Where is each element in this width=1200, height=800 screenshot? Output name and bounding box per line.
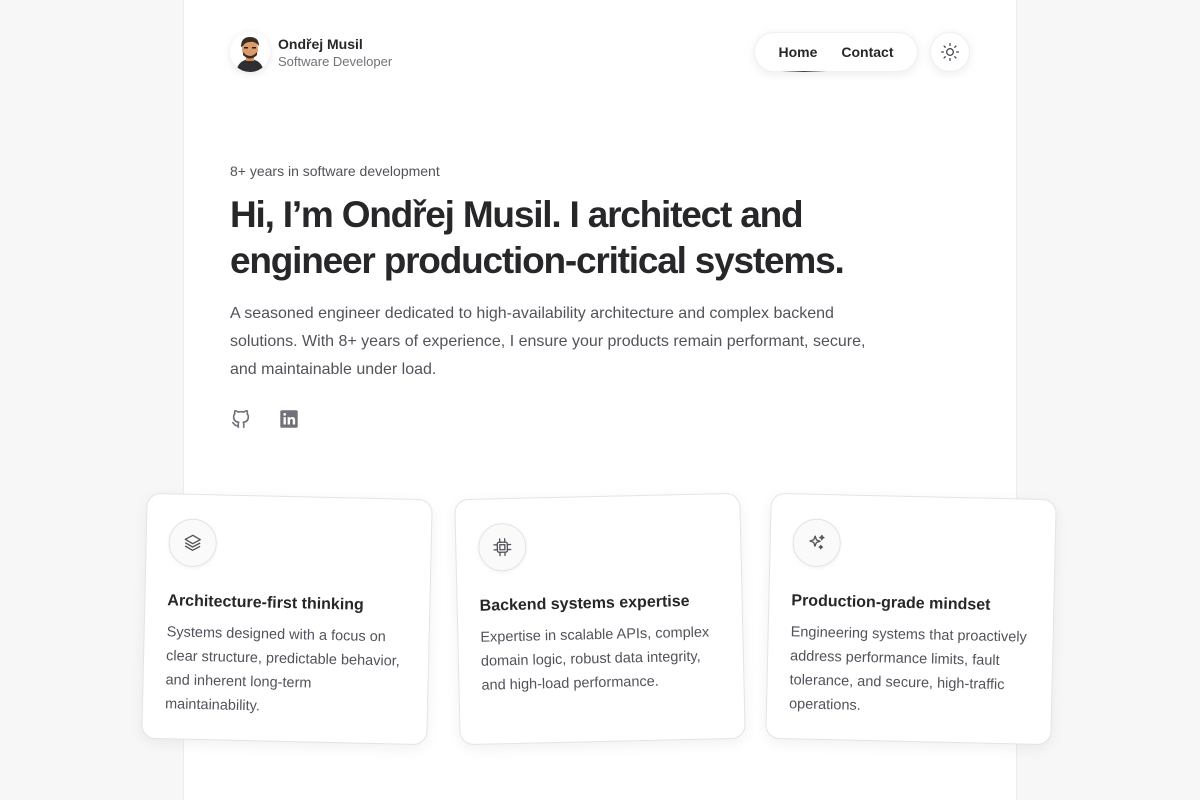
- feature-card-architecture: Architecture-first thinking Systems desi…: [141, 492, 433, 746]
- hero-headline: Hi, I’m Ondřej Musil. I architect and en…: [230, 194, 845, 281]
- social-links: [230, 408, 300, 430]
- avatar: [230, 32, 270, 72]
- hero-lead: A seasoned engineer dedicated to high-av…: [230, 305, 866, 378]
- card-title: Production-grade mindset: [791, 592, 991, 614]
- github-link[interactable]: [230, 408, 252, 430]
- feature-card-backend: Backend systems expertise Expertise in s…: [454, 492, 746, 746]
- layers-icon: [184, 534, 201, 552]
- brand-name: Ondřej Musil: [278, 35, 363, 52]
- sparkles-icon: [809, 534, 825, 550]
- cpu-icon: [493, 538, 512, 557]
- brand-role: Software Developer: [278, 53, 393, 69]
- card-title: Architecture-first thinking: [167, 592, 364, 614]
- card-title: Backend systems expertise: [479, 592, 690, 615]
- sparkles-icon-badge: [792, 518, 842, 568]
- theme-toggle-button[interactable]: [930, 32, 970, 72]
- hero-eyebrow: 8+ years in software development: [230, 163, 440, 179]
- sun-icon: [941, 43, 959, 61]
- card-description: Engineering systems that proactively add…: [788, 624, 1027, 714]
- brand[interactable]: Ondřej Musil Software Developer: [230, 32, 392, 72]
- main-nav: Home Contact: [754, 32, 918, 72]
- nav-contact[interactable]: Contact: [841, 44, 893, 60]
- nav-home[interactable]: Home: [778, 44, 817, 60]
- github-icon: [231, 409, 250, 429]
- cpu-icon-badge: [477, 522, 527, 572]
- card-description: Expertise in scalable APIs, complex doma…: [480, 624, 710, 694]
- feature-card-production: Production-grade mindset Engineering sys…: [765, 492, 1057, 746]
- linkedin-link[interactable]: [278, 408, 300, 430]
- layers-icon-badge: [168, 518, 218, 568]
- card-description: Systems designed with a focus on clear s…: [164, 624, 400, 715]
- nav-active-indicator: [781, 71, 827, 72]
- linkedin-icon: [280, 410, 298, 428]
